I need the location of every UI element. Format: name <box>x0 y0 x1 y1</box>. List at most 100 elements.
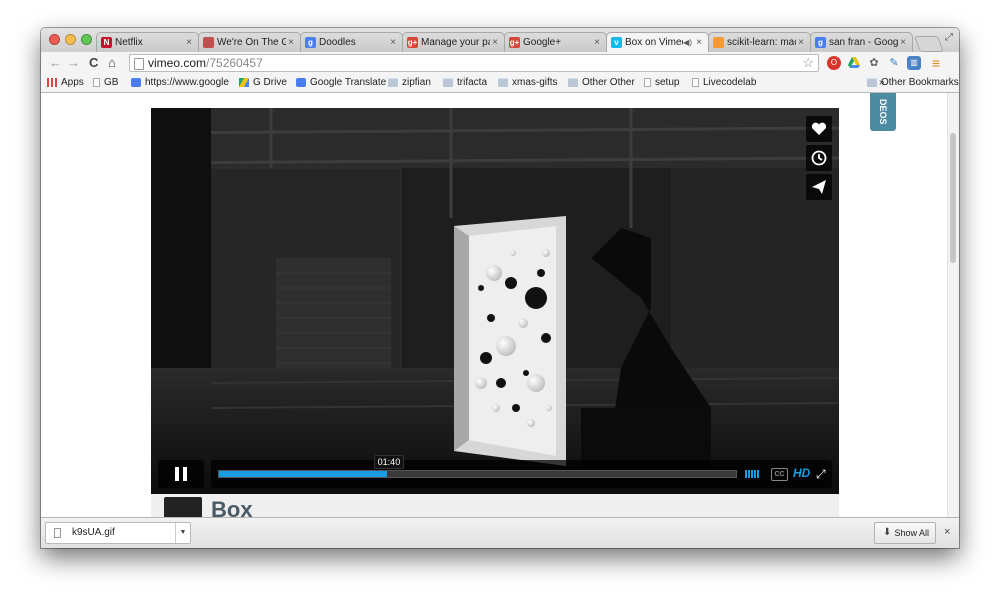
download-item[interactable]: k9sUA.gif ▼ <box>45 522 191 544</box>
progress-bar[interactable]: 01:40 <box>218 455 737 478</box>
download-shelf: k9sUA.gif ▼ ⬇ Show All × <box>41 517 959 548</box>
tab-title: Manage your pag <box>421 37 490 48</box>
hd-button[interactable]: HD <box>793 466 810 480</box>
tab-close-icon[interactable]: × <box>898 37 908 48</box>
tab-close-icon[interactable]: × <box>490 37 500 48</box>
page-content: DEOS 01:40 CC HD ⤢ Box <box>41 93 959 517</box>
fullscreen-resize-icon[interactable]: ⤢ <box>945 32 953 43</box>
bookmark-5[interactable]: zipfian <box>388 77 431 88</box>
new-tab-button[interactable] <box>914 36 944 52</box>
tab-close-icon[interactable]: × <box>694 37 704 48</box>
watch-later-button[interactable] <box>806 145 832 171</box>
scrollbar-thumb[interactable] <box>950 133 956 263</box>
folder-icon <box>867 78 877 87</box>
menu-icon[interactable]: ≡ <box>929 56 943 70</box>
drive-icon <box>239 78 249 87</box>
bookmark-1[interactable]: GB <box>93 77 118 88</box>
bookmark-0[interactable]: Apps <box>47 77 84 88</box>
scrollbar[interactable] <box>947 93 959 517</box>
bookmark-4[interactable]: Google Translate <box>296 77 386 88</box>
close-window-button[interactable] <box>49 34 60 45</box>
show-all-button[interactable]: ⬇ Show All <box>874 522 936 544</box>
share-button[interactable] <box>806 174 832 200</box>
fullscreen-icon[interactable]: ⤢ <box>816 467 826 482</box>
translate-icon <box>296 78 306 87</box>
control-bar: 01:40 CC HD ⤢ <box>211 455 832 488</box>
opera-extension-icon[interactable]: O <box>827 56 841 70</box>
bookmark-label: Apps <box>61 77 84 88</box>
netflix-favicon-icon: N <box>101 37 112 48</box>
folder-icon <box>498 78 508 87</box>
bookmark-3[interactable]: G Drive <box>239 77 287 88</box>
browser-window: NNetflix×We're On The Go×gDoodles×g+Mana… <box>41 28 959 548</box>
page-icon <box>93 78 100 87</box>
tab-2[interactable]: g Doodles × <box>300 32 403 52</box>
videos-side-tab[interactable]: DEOS <box>870 93 896 131</box>
download-menu-arrow[interactable]: ▼ <box>175 523 190 543</box>
bookmark-8[interactable]: Other Other <box>568 77 635 88</box>
tab-6[interactable]: scikit-learn: mac × <box>708 32 811 52</box>
tab-close-icon[interactable]: × <box>796 37 806 48</box>
audio-playing-icon: ◀) <box>683 38 692 47</box>
folder-icon <box>388 78 398 87</box>
close-shelf-button[interactable]: × <box>944 526 950 538</box>
back-button[interactable]: ← <box>49 55 62 71</box>
volume-bars[interactable] <box>745 470 759 478</box>
download-arrow-icon: ⬇ <box>883 527 892 538</box>
avatar[interactable] <box>164 497 202 517</box>
tab-3[interactable]: g+Manage your pag× <box>402 32 505 52</box>
tab-title: We're On The Go <box>217 37 286 48</box>
folder-icon <box>568 78 578 87</box>
bookmark-6[interactable]: trifacta <box>443 77 487 88</box>
progress-fill <box>219 471 388 477</box>
reload-button[interactable]: C <box>89 55 98 71</box>
bookmark-9[interactable]: setup <box>644 77 679 88</box>
pause-button[interactable] <box>158 460 204 488</box>
watch-later-clock-icon <box>811 150 827 166</box>
tab-5[interactable]: v Box on Vimeo ◀) × <box>606 32 709 52</box>
other-bookmarks-button[interactable]: Other Bookmarks <box>867 77 959 88</box>
window-controls <box>49 34 92 45</box>
tab-close-icon[interactable]: × <box>388 37 398 48</box>
tab-0[interactable]: N Netflix × <box>96 32 199 52</box>
drive-extension-icon[interactable] <box>847 56 861 70</box>
minimize-window-button[interactable] <box>65 34 76 45</box>
google-favicon-icon: g <box>305 37 316 48</box>
tab-7[interactable]: g san fran - Googl × <box>810 32 913 52</box>
forward-button[interactable]: → <box>67 55 80 71</box>
home-button[interactable]: ⌂ <box>108 55 116 71</box>
dog-extension-icon[interactable]: ✿ <box>867 56 881 70</box>
share-paper-plane-icon <box>812 180 826 194</box>
tab-title: scikit-learn: mac <box>727 37 796 48</box>
download-filename: k9sUA.gif <box>72 527 115 538</box>
tab-title: Doodles <box>319 37 356 48</box>
tabs: NNetflix×We're On The Go×gDoodles×g+Mana… <box>96 32 919 52</box>
time-tooltip: 01:40 <box>373 455 405 469</box>
captions-button[interactable]: CC <box>771 468 788 481</box>
address-bar[interactable]: vimeo.com/75260457 ☆ <box>129 54 819 72</box>
google-plus-favicon-icon: g+ <box>509 37 520 48</box>
tab-close-icon[interactable]: × <box>184 37 194 48</box>
tab-title: Box on Vimeo <box>625 37 684 48</box>
tab-title: Netflix <box>115 37 143 48</box>
google-icon <box>131 78 141 87</box>
tab-close-icon[interactable]: × <box>286 37 296 48</box>
bookmark-10[interactable]: Livecodelab <box>692 77 756 88</box>
like-button[interactable] <box>806 116 832 142</box>
bookmark-2[interactable]: https://www.google <box>131 77 229 88</box>
url-path: /75260457 <box>206 56 263 70</box>
toolbar: ← → C ⌂ vimeo.com/75260457 ☆ O ✿ ✎ ▥ ≡ <box>41 52 959 74</box>
bookmark-label: https://www.google <box>145 77 229 88</box>
pen-extension-icon[interactable]: ✎ <box>887 56 901 70</box>
tab-title: Google+ <box>523 37 562 48</box>
zoom-window-button[interactable] <box>81 34 92 45</box>
tab-1[interactable]: We're On The Go× <box>198 32 301 52</box>
video-title: Box <box>211 497 253 517</box>
phone-favicon-icon <box>203 37 214 48</box>
tab-4[interactable]: g+ Google+ × <box>504 32 607 52</box>
bookmark-7[interactable]: xmas-gifts <box>498 77 558 88</box>
chart-extension-icon[interactable]: ▥ <box>907 56 921 70</box>
video-player[interactable]: 01:40 CC HD ⤢ <box>151 108 839 494</box>
bookmark-star-icon[interactable]: ☆ <box>802 55 814 71</box>
tab-close-icon[interactable]: × <box>592 37 602 48</box>
